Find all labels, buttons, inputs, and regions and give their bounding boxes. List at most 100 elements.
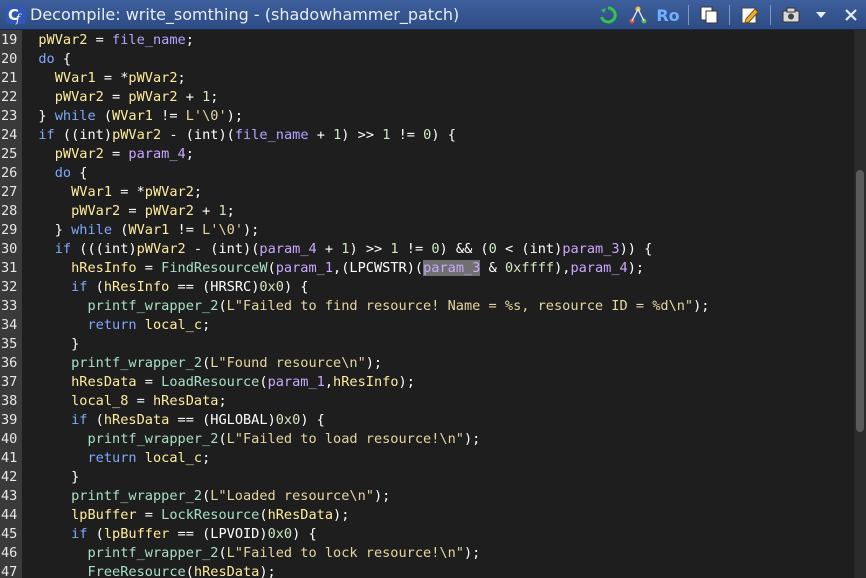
code-token[interactable] (22, 32, 38, 48)
code-token[interactable]: FindResourceW (161, 260, 267, 276)
code-token[interactable] (22, 450, 87, 466)
code-token[interactable]: printf_wrapper_2 (71, 355, 202, 371)
code-token[interactable]: printf_wrapper_2 (87, 545, 218, 561)
code-line[interactable]: 25 pWVar2 = param_4; (0, 145, 854, 164)
code-line[interactable]: 23 } while (WVar1 != L'\0'); (0, 107, 854, 126)
code-token[interactable]: (( (55, 127, 79, 143)
code-token[interactable]: ); (259, 564, 275, 578)
code-token[interactable]: int (194, 127, 219, 143)
code-token[interactable] (22, 127, 38, 143)
code-token[interactable]: ); (399, 374, 415, 390)
code-line[interactable]: 43 printf_wrapper_2(L"Loaded resource\n"… (0, 487, 854, 506)
code-line[interactable]: 24 if ((int)pWVar2 - (int)(file_name + 1… (0, 126, 854, 145)
code-token[interactable]: printf_wrapper_2 (71, 488, 202, 504)
code-line[interactable]: 36 printf_wrapper_2(L"Found resource\n")… (0, 354, 854, 373)
code-token[interactable] (22, 431, 87, 447)
code-token[interactable]: ( (96, 108, 112, 124)
code-line[interactable]: 35 } (0, 335, 854, 354)
code-token[interactable]: return (87, 317, 136, 333)
code-token[interactable]: ; (194, 184, 202, 200)
code-line[interactable]: 39 if (hResData == (HGLOBAL)0x0) { (0, 411, 854, 430)
code-token[interactable]: file_name (235, 127, 309, 143)
code-token[interactable]: LoadResource (161, 374, 259, 390)
code-token[interactable]: ( (112, 222, 128, 238)
code-token[interactable] (22, 203, 71, 219)
code-line[interactable]: 41 return local_c; (0, 449, 854, 468)
code-token[interactable]: } (22, 108, 55, 124)
code-token[interactable] (22, 51, 38, 67)
code-token[interactable] (22, 412, 71, 428)
code-token[interactable]: int (530, 241, 555, 257)
code-token[interactable] (22, 279, 71, 295)
code-line[interactable]: 40 printf_wrapper_2(L"Failed to load res… (0, 430, 854, 449)
code-token[interactable]: ) { (292, 526, 317, 542)
code-token[interactable]: == ( (169, 279, 211, 295)
code-token[interactable]: ); (628, 260, 644, 276)
code-token[interactable] (22, 317, 87, 333)
code-token[interactable]: pWVar2 (55, 89, 104, 105)
code-token[interactable]: local_c (145, 317, 202, 333)
code-token[interactable]: hResData (153, 393, 218, 409)
code-token[interactable]: ; (178, 70, 186, 86)
code-token[interactable]: != (153, 108, 186, 124)
code-line[interactable]: 45 if (lpBuffer == (LPVOID)0x0) { (0, 525, 854, 544)
code-token[interactable]: int (79, 127, 104, 143)
code-token[interactable]: + (178, 89, 203, 105)
code-token[interactable]: 0x0 (276, 412, 301, 428)
code-token[interactable]: return (87, 450, 136, 466)
code-token[interactable]: HGLOBAL (210, 412, 267, 428)
code-token[interactable] (22, 146, 55, 162)
code-token[interactable]: ); (693, 298, 709, 314)
code-line[interactable]: 29 } while (WVar1 != L'\0'); (0, 221, 854, 240)
code-token[interactable]: ,( (333, 260, 349, 276)
code-line[interactable]: 28 pWVar2 = pWVar2 + 1; (0, 202, 854, 221)
code-token[interactable]: ( (218, 545, 226, 561)
code-token[interactable]: } (22, 336, 79, 352)
code-token[interactable]: ); (374, 488, 390, 504)
code-token[interactable]: hResData (104, 412, 169, 428)
close-button[interactable] (839, 3, 863, 27)
code-token[interactable]: } (22, 222, 71, 238)
code-token[interactable]: )( (218, 127, 234, 143)
code-token[interactable]: WVar1 (128, 222, 169, 238)
code-token[interactable]: do (55, 165, 71, 181)
refresh-button[interactable] (596, 3, 620, 27)
code-token[interactable]: int (104, 241, 129, 257)
code-token[interactable]: local_8 (71, 393, 128, 409)
code-token[interactable]: printf_wrapper_2 (87, 298, 218, 314)
code-token[interactable]: file_name (112, 32, 186, 48)
code-token[interactable]: ) { (284, 279, 309, 295)
code-line[interactable]: 27 WVar1 = *pWVar2; (0, 183, 854, 202)
code-token[interactable] (22, 241, 55, 257)
code-token[interactable]: pWVar2 (128, 89, 177, 105)
code-token[interactable]: 0 (489, 241, 497, 257)
code-token[interactable]: ), (554, 260, 570, 276)
code-token[interactable]: ; (186, 32, 194, 48)
code-token[interactable] (22, 564, 87, 578)
code-token[interactable]: ) (259, 526, 267, 542)
code-token[interactable] (22, 165, 55, 181)
code-line[interactable]: 32 if (hResInfo == (HRSRC)0x0) { (0, 278, 854, 297)
code-token[interactable]: ; (218, 393, 226, 409)
code-token[interactable] (137, 450, 145, 466)
code-token[interactable]: LockResource (161, 507, 259, 523)
code-token[interactable]: ); (227, 108, 243, 124)
code-token[interactable]: L"Failed to find resource! Name = %s, re… (227, 298, 694, 314)
code-token[interactable]: + (194, 203, 219, 219)
code-token[interactable]: ) { (300, 412, 325, 428)
code-token[interactable]: pWVar2 (112, 127, 161, 143)
code-token[interactable]: pWVar2 (38, 32, 87, 48)
code-token[interactable]: FreeResource (87, 564, 185, 578)
code-token[interactable]: ) >> (341, 127, 382, 143)
code-token[interactable]: WVar1 (55, 70, 96, 86)
code-token[interactable]: L'\0' (186, 108, 227, 124)
code-token[interactable]: = (137, 507, 162, 523)
code-line[interactable]: 34 return local_c; (0, 316, 854, 335)
scrollbar-thumb[interactable] (856, 170, 864, 432)
code-token[interactable]: param_4 (259, 241, 316, 257)
code-token[interactable]: param_4 (570, 260, 627, 276)
code-token[interactable]: != (399, 241, 432, 257)
code-token[interactable]: 0 (431, 241, 439, 257)
code-token[interactable]: int (218, 241, 243, 257)
code-token[interactable]: pWVar2 (137, 241, 186, 257)
